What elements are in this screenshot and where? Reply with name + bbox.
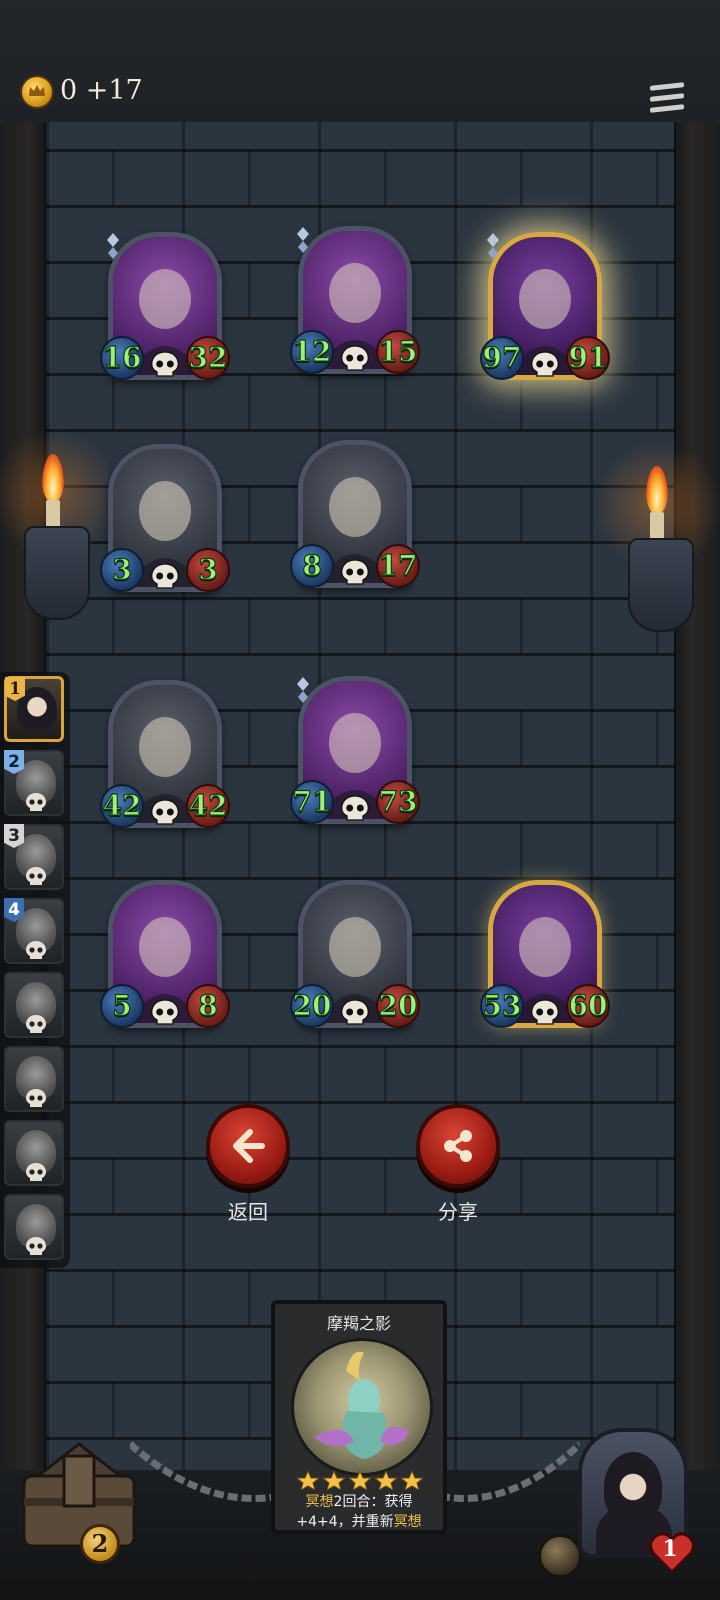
tier-diamond-icon bbox=[294, 226, 312, 256]
opponent-slot-2[interactable]: 2 bbox=[4, 750, 64, 816]
back-button[interactable] bbox=[206, 1104, 290, 1188]
health-value: 3 bbox=[186, 548, 230, 592]
right-torch-icon bbox=[588, 436, 720, 636]
skull-icon bbox=[529, 998, 561, 1026]
minion-card-bell-robot[interactable]: 33 bbox=[100, 444, 230, 600]
health-value: 91 bbox=[566, 336, 610, 380]
hero-power-description: 冥想2回合：获得 +4+4，并重新冥想 bbox=[281, 1492, 437, 1532]
opponent-slot-7[interactable] bbox=[4, 1120, 64, 1186]
minion-card-jester-clown[interactable]: 20 20 bbox=[290, 880, 420, 1036]
keyword-meditate: 冥想 bbox=[393, 1514, 422, 1530]
opponent-slot-3[interactable]: 3 bbox=[4, 824, 64, 890]
health-value: 8 bbox=[186, 984, 230, 1028]
lives-count: 1 bbox=[662, 1536, 678, 1562]
hero-power-title: 摩羯之影 bbox=[326, 1314, 391, 1333]
left-torch-icon bbox=[0, 424, 124, 624]
hero-power-card[interactable]: 摩羯之影 冥想2回合：获得 +4+4，并重新冥想 bbox=[271, 1300, 447, 1534]
keyword-meditate: 冥想 bbox=[305, 1494, 334, 1510]
skull-icon bbox=[26, 1163, 46, 1181]
minion-card-armored-knight-drone[interactable]: 12 15 bbox=[290, 226, 420, 382]
health-value: 60 bbox=[566, 984, 610, 1028]
minion-card-blue-hair-sorceress[interactable]: 53 60 bbox=[480, 880, 610, 1036]
health-value: 17 bbox=[376, 544, 420, 588]
treasure-chest-icon[interactable] bbox=[8, 1436, 150, 1552]
attack-value: 16 bbox=[100, 336, 144, 380]
opponent-slot-5[interactable] bbox=[4, 972, 64, 1038]
skull-icon bbox=[26, 1089, 46, 1107]
attack-value: 8 bbox=[290, 544, 334, 588]
gold-counter: 0 +17 bbox=[60, 75, 143, 106]
skull-icon bbox=[149, 350, 181, 378]
top-bar: 0 +17 bbox=[0, 0, 720, 125]
tier-diamond-icon bbox=[104, 232, 122, 262]
opponent-slot-1[interactable]: 1 bbox=[4, 676, 64, 742]
tier-diamond-icon bbox=[294, 676, 312, 706]
minion-card-bell-robot[interactable]: 42 42 bbox=[100, 680, 230, 836]
skull-icon bbox=[149, 562, 181, 590]
skull-icon bbox=[26, 793, 46, 811]
health-value: 73 bbox=[376, 780, 420, 824]
chain-icon bbox=[440, 1441, 580, 1502]
description-part: 2回合：获得 bbox=[333, 1494, 413, 1510]
capricorn-portrait bbox=[291, 1338, 433, 1476]
share-button[interactable] bbox=[416, 1104, 500, 1188]
minion-card-goggle-bandit[interactable]: 16 32 bbox=[100, 232, 230, 388]
attack-value: 97 bbox=[480, 336, 524, 380]
avatar bbox=[604, 1452, 662, 1522]
arrow-left-icon bbox=[233, 1129, 265, 1163]
chest-count-badge: 2 bbox=[80, 1524, 120, 1564]
skull-icon bbox=[149, 998, 181, 1026]
health-value: 32 bbox=[186, 336, 230, 380]
chain-icon bbox=[130, 1441, 280, 1502]
minion-card-airship[interactable]: 71 73 bbox=[290, 676, 420, 832]
skull-icon bbox=[339, 998, 371, 1026]
opponent-list: 1 2 3 4 bbox=[0, 672, 70, 1268]
description-part: +4+4，并重新 bbox=[296, 1514, 394, 1530]
skull-icon bbox=[26, 1237, 46, 1255]
skull-icon bbox=[26, 1015, 46, 1033]
star-rating bbox=[295, 1470, 425, 1490]
attack-value: 53 bbox=[480, 984, 524, 1028]
back-label: 返回 bbox=[228, 1200, 268, 1224]
opponent-slot-6[interactable] bbox=[4, 1046, 64, 1112]
share-icon bbox=[444, 1130, 472, 1162]
skull-icon bbox=[339, 344, 371, 372]
health-value: 20 bbox=[376, 984, 420, 1028]
skull-icon bbox=[339, 794, 371, 822]
skull-icon bbox=[26, 867, 46, 885]
attack-value: 42 bbox=[100, 784, 144, 828]
attack-value: 20 bbox=[290, 984, 334, 1028]
opponent-slot-4[interactable]: 4 bbox=[4, 898, 64, 964]
crown-coin-icon bbox=[22, 77, 52, 107]
skull-icon bbox=[339, 558, 371, 586]
health-value: 15 bbox=[376, 330, 420, 374]
right-pillar bbox=[674, 122, 720, 1552]
opponent-slot-8[interactable] bbox=[4, 1194, 64, 1260]
attack-value: 71 bbox=[290, 780, 334, 824]
skull-icon bbox=[529, 350, 561, 378]
share-label: 分享 bbox=[438, 1200, 478, 1224]
attack-value: 3 bbox=[100, 548, 144, 592]
armor-icon bbox=[538, 1534, 582, 1578]
minion-card-steam-cannon[interactable]: 97 91 bbox=[480, 232, 610, 388]
attack-value: 5 bbox=[100, 984, 144, 1028]
attack-value: 12 bbox=[290, 330, 334, 374]
skull-icon bbox=[149, 798, 181, 826]
skull-icon bbox=[26, 941, 46, 959]
health-value: 42 bbox=[186, 784, 230, 828]
tier-diamond-icon bbox=[484, 232, 502, 262]
hamburger-menu-icon[interactable] bbox=[650, 82, 684, 114]
minion-card-scar-wolf[interactable]: 58 bbox=[100, 880, 230, 1036]
minion-card-goggle-bandit[interactable]: 8 17 bbox=[290, 440, 420, 596]
